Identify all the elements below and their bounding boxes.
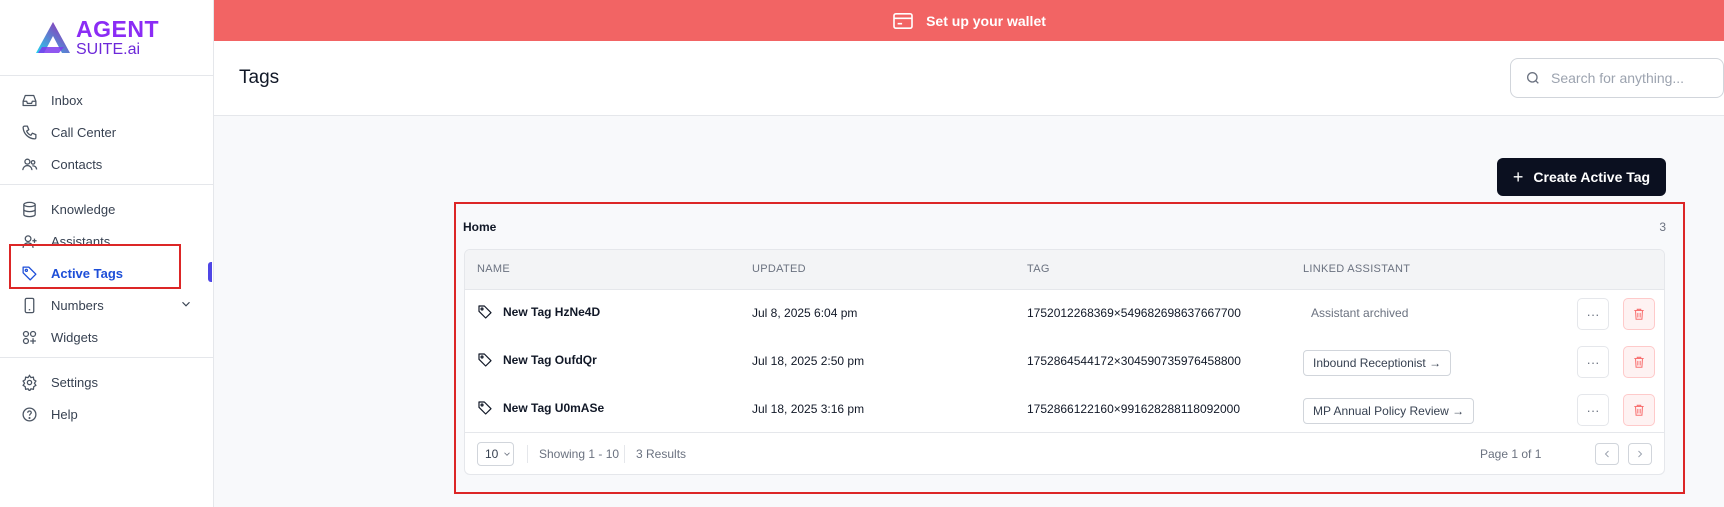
- sidebar-item-help[interactable]: Help: [0, 398, 213, 430]
- nav-group-main: Inbox Call Center Contacts: [0, 76, 213, 185]
- inbox-icon: [20, 91, 38, 109]
- logo[interactable]: AGENT SUITE.ai: [0, 0, 213, 76]
- card-title: Home: [463, 220, 497, 234]
- more-options-button[interactable]: ···: [1577, 394, 1609, 426]
- banner-text: Set up your wallet: [926, 12, 1046, 29]
- sidebar-item-label: Call Center: [51, 124, 117, 140]
- updated-cell: Jul 18, 2025 3:16 pm: [752, 402, 865, 416]
- page-indicator: Page 1 of 1: [1480, 447, 1542, 461]
- logo-text-agent: AGENT: [76, 15, 159, 42]
- sidebar-item-label: Contacts: [51, 156, 103, 172]
- page-size-value: 10: [485, 447, 499, 461]
- chevron-left-icon: [1604, 450, 1609, 458]
- sidebar-item-numbers[interactable]: Numbers: [0, 289, 213, 321]
- search-box[interactable]: [1510, 58, 1724, 98]
- page-header: Tags: [214, 41, 1724, 116]
- tag-id-cell: 1752866122160×991628288118092000: [1027, 402, 1241, 416]
- search-input[interactable]: [1551, 70, 1701, 86]
- sidebar-item-widgets[interactable]: Widgets: [0, 321, 213, 353]
- results-count: 3 Results: [636, 447, 687, 461]
- tag-icon: [477, 352, 495, 368]
- delete-button[interactable]: [1623, 394, 1655, 426]
- linked-assistant-link[interactable]: Inbound Receptionist →: [1303, 350, 1452, 376]
- linked-assistant-link[interactable]: MP Annual Policy Review →: [1303, 398, 1475, 424]
- delete-button[interactable]: [1623, 346, 1655, 378]
- updated-cell: Jul 18, 2025 2:50 pm: [752, 354, 865, 368]
- divider: [624, 445, 625, 463]
- linked-assistant-cell: Inbound Receptionist →: [1303, 350, 1452, 376]
- tag-name[interactable]: New Tag U0mASe: [503, 401, 604, 415]
- sidebar-item-label: Numbers: [51, 297, 104, 313]
- showing-range: Showing 1 - 10: [539, 447, 620, 461]
- column-header-tag[interactable]: TAG: [1027, 263, 1050, 275]
- widgets-icon: [20, 328, 38, 346]
- phone-icon: [20, 123, 38, 141]
- sidebar-item-label: Help: [51, 406, 78, 422]
- create-active-tag-button[interactable]: + Create Active Tag: [1497, 158, 1666, 196]
- assistant-archived-text: Assistant archived: [1311, 306, 1409, 320]
- card-count: 3: [1659, 220, 1666, 234]
- wallet-banner[interactable]: Set up your wallet: [214, 0, 1724, 41]
- chevron-down-icon: [502, 449, 512, 459]
- wallet-card-icon: [892, 12, 914, 30]
- card-header: Home 3: [463, 220, 1666, 236]
- column-header-linked-assistant[interactable]: LINKED ASSISTANT: [1303, 263, 1410, 275]
- linked-assistant-cell: MP Annual Policy Review →: [1303, 398, 1475, 424]
- search-icon: [1525, 70, 1541, 86]
- chevron-right-icon: [1638, 450, 1643, 458]
- tags-table: NAME UPDATED TAG LINKED ASSISTANT New Ta…: [464, 249, 1665, 475]
- help-icon: [20, 405, 38, 423]
- logo-text-suite: SUITE.ai: [76, 40, 141, 58]
- sidebar-item-call-center[interactable]: Call Center: [0, 116, 213, 148]
- updated-cell: Jul 8, 2025 6:04 pm: [752, 306, 858, 320]
- column-header-name[interactable]: NAME: [477, 263, 510, 275]
- tag-name[interactable]: New Tag OufdQr: [503, 353, 597, 367]
- tag-name-cell: New Tag OufdQr: [477, 352, 597, 368]
- logo-mark-icon: [32, 17, 74, 59]
- phone-device-icon: [20, 296, 38, 314]
- sidebar-item-knowledge[interactable]: Knowledge: [0, 193, 213, 225]
- table-row[interactable]: New Tag U0mASe Jul 18, 2025 3:16 pm 1752…: [465, 386, 1664, 434]
- sidebar-item-contacts[interactable]: Contacts: [0, 148, 213, 180]
- trash-icon: [1634, 356, 1644, 368]
- tag-id-cell: 1752864544172×304590735976458800: [1027, 354, 1241, 368]
- tag-icon: [477, 304, 495, 320]
- table-footer: 10 Showing 1 - 10 3 Results Page 1 of 1: [465, 432, 1664, 474]
- table-header: NAME UPDATED TAG LINKED ASSISTANT: [465, 250, 1664, 290]
- plus-icon: +: [1512, 166, 1524, 187]
- page-title: Tags: [239, 67, 280, 88]
- more-options-button[interactable]: ···: [1577, 298, 1609, 330]
- column-header-updated[interactable]: UPDATED: [752, 263, 806, 275]
- sidebar-item-label: Knowledge: [51, 201, 116, 217]
- prev-page-button[interactable]: [1595, 443, 1619, 465]
- table-row[interactable]: New Tag HzNe4D Jul 8, 2025 6:04 pm 17520…: [465, 290, 1664, 338]
- page-size-select[interactable]: 10: [477, 442, 514, 466]
- next-page-button[interactable]: [1628, 443, 1652, 465]
- nav-group-system: Settings Help: [0, 358, 213, 434]
- highlight-box-sidebar: [9, 244, 181, 289]
- sidebar-item-label: Settings: [51, 374, 98, 390]
- tag-name-cell: New Tag U0mASe: [477, 400, 604, 416]
- delete-button[interactable]: [1623, 298, 1655, 330]
- sidebar-item-label: Inbox: [51, 92, 83, 108]
- chevron-down-icon[interactable]: [179, 297, 193, 314]
- tag-id-cell: 1752012268369×549682698637667700: [1027, 306, 1241, 320]
- tag-name-cell: New Tag HzNe4D: [477, 304, 600, 320]
- sidebar-item-inbox[interactable]: Inbox: [0, 84, 213, 116]
- sidebar-item-settings[interactable]: Settings: [0, 366, 213, 398]
- sidebar-item-label: Widgets: [51, 329, 98, 345]
- contacts-icon: [20, 155, 38, 173]
- more-options-button[interactable]: ···: [1577, 346, 1609, 378]
- gear-icon: [20, 373, 38, 391]
- trash-icon: [1634, 404, 1644, 416]
- create-active-tag-label: Create Active Tag: [1533, 169, 1651, 185]
- table-row[interactable]: New Tag OufdQr Jul 18, 2025 2:50 pm 1752…: [465, 338, 1664, 386]
- trash-icon: [1634, 308, 1644, 320]
- tag-name[interactable]: New Tag HzNe4D: [503, 305, 600, 319]
- linked-assistant-cell: Assistant archived: [1303, 302, 1416, 324]
- active-nav-marker: [208, 262, 212, 282]
- tag-icon: [477, 400, 495, 416]
- database-icon: [20, 200, 38, 218]
- divider: [527, 445, 528, 463]
